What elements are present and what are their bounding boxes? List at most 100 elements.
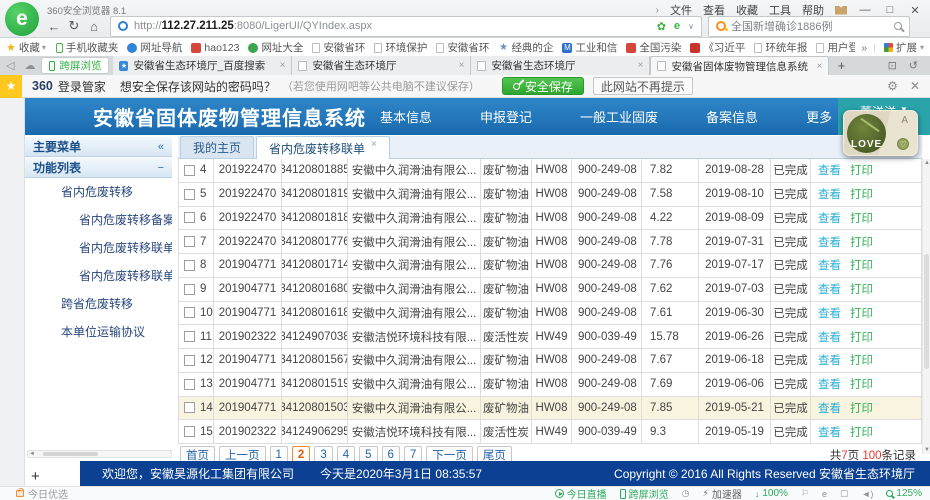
print-link[interactable]: 打印 <box>850 186 873 202</box>
view-link[interactable]: 查看 <box>818 210 841 226</box>
refresh-button[interactable]: ↻ <box>64 18 84 34</box>
search-bar[interactable]: 全国新增确诊1886例 <box>708 16 910 37</box>
undo-close-icon[interactable]: ↺ <box>909 59 918 72</box>
browser-tab[interactable]: 安徽省固体废物管理信息系统× <box>650 56 829 75</box>
tab-list-icon[interactable]: ◁ <box>6 59 14 72</box>
print-link[interactable]: 打印 <box>850 400 873 416</box>
row-checkbox[interactable] <box>184 236 195 247</box>
reopen-tab-icon[interactable]: ⊡ <box>888 59 897 72</box>
menu-expand-icon[interactable]: › <box>656 5 659 16</box>
row-checkbox[interactable] <box>184 284 195 295</box>
urlbar-dropdown-icon[interactable]: ∨ <box>688 22 694 31</box>
view-link[interactable]: 查看 <box>818 400 841 416</box>
print-link[interactable]: 打印 <box>850 376 873 392</box>
download[interactable]: ↓100% <box>755 488 788 499</box>
browser-tab[interactable]: ★安徽省生态环境厅_百度搜索× <box>113 56 292 75</box>
row-checkbox[interactable] <box>184 165 195 176</box>
print-link[interactable]: 打印 <box>850 257 873 273</box>
row-checkbox[interactable] <box>184 307 195 318</box>
print-link[interactable]: 打印 <box>850 352 873 368</box>
page-zoom[interactable]: 125% <box>886 488 922 499</box>
row-checkbox[interactable] <box>184 189 195 200</box>
cross-screen-browse[interactable]: 跨屏浏览 <box>620 486 669 500</box>
new-tab-button[interactable]: + <box>829 58 853 73</box>
mobile-favorites[interactable]: 手机收藏夹 <box>56 40 119 55</box>
sidebar-header[interactable]: 主要菜单 « <box>25 136 172 157</box>
scroll-up-icon[interactable]: ▲ <box>923 160 930 166</box>
view-link[interactable]: 查看 <box>818 257 841 273</box>
bookmark[interactable]: 用户登陆 <box>816 40 855 55</box>
print-link[interactable]: 打印 <box>850 305 873 321</box>
row-checkbox[interactable] <box>184 331 195 342</box>
site-directory[interactable]: 网址大全 <box>248 40 303 55</box>
search-query[interactable]: 全国新增确诊1886例 <box>731 18 894 34</box>
sound[interactable]: ◄) <box>862 489 874 499</box>
bookmark[interactable]: 《习近平 <box>690 40 745 55</box>
browser-tab[interactable]: 安徽省生态环境厅× <box>471 56 650 75</box>
add-gadget-button[interactable]: + <box>31 468 40 485</box>
home-button[interactable]: ⌂ <box>84 19 104 34</box>
app-nav-item[interactable]: 申报登记 <box>480 107 532 126</box>
url-text[interactable]: http://112.27.211.25:8080/LigerUI/QYInde… <box>134 20 657 32</box>
app-nav-item[interactable]: 更多 <box>806 107 832 126</box>
view-link[interactable]: 查看 <box>818 281 841 297</box>
app-nav-item[interactable]: 备案信息 <box>706 107 758 126</box>
bookmark[interactable]: M工业和信 <box>562 40 617 55</box>
sidebar-item[interactable]: 省内危废转移联单退运 <box>25 262 172 290</box>
content-vscrollbar[interactable]: ▲ ▼ <box>922 159 930 454</box>
row-checkbox[interactable] <box>184 426 195 437</box>
dismiss-site-button[interactable]: 此网站不再提示 <box>593 77 693 95</box>
daily-picks[interactable]: 今日优选 <box>16 486 68 500</box>
scroll-thumb[interactable] <box>924 254 929 369</box>
cross-screen-button[interactable]: 跨屏浏览 <box>41 57 109 74</box>
close-bar-icon[interactable]: ✕ <box>910 79 920 93</box>
row-checkbox[interactable] <box>184 355 195 366</box>
print-link[interactable]: 打印 <box>850 234 873 250</box>
app-nav-item[interactable]: 一般工业固废 <box>580 107 658 126</box>
accelerator[interactable]: ⚡加速器 <box>703 486 742 500</box>
content-tab[interactable]: 我的主页 <box>180 136 254 158</box>
sidebar-item[interactable]: 跨省危废转移 <box>25 290 172 318</box>
tab-close-icon[interactable]: × <box>371 139 377 150</box>
print-link[interactable]: 打印 <box>850 424 873 440</box>
sidebar-item[interactable]: 省内危废转移备案 <box>25 206 172 234</box>
bookmarks-overflow[interactable]: » <box>861 42 867 54</box>
window-mode[interactable]: ▢ <box>840 488 849 499</box>
close-button[interactable]: ✕ <box>908 4 922 17</box>
favorites-star-icon[interactable]: ★ <box>6 41 16 54</box>
back-button[interactable]: ← <box>44 19 64 34</box>
today-live[interactable]: 今日直播 <box>555 486 607 500</box>
sidebar-item[interactable]: 省内危废转移 <box>25 178 172 206</box>
group-toggle-icon[interactable]: − <box>158 162 164 174</box>
cloud-sync-icon[interactable]: ☁ <box>24 59 35 72</box>
sidebar-hscrollbar[interactable]: ◄ <box>27 450 172 458</box>
favorites-caret-icon[interactable]: ▾ <box>42 43 46 52</box>
view-link[interactable]: 查看 <box>818 424 841 440</box>
save-password-button[interactable]: 安全保存 <box>502 77 584 95</box>
extensions-icon[interactable] <box>884 43 893 52</box>
report-site[interactable]: ⚐ <box>801 488 809 499</box>
sidebar-group-header[interactable]: 功能列表 − <box>25 157 172 178</box>
360-browser-logo-icon[interactable] <box>5 2 39 36</box>
tab-close-icon[interactable]: × <box>459 60 465 71</box>
settings-gear-icon[interactable]: ⚙ <box>887 79 898 93</box>
view-link[interactable]: 查看 <box>818 186 841 202</box>
scroll-down-icon[interactable]: ▼ <box>923 447 930 453</box>
print-link[interactable]: 打印 <box>850 329 873 345</box>
compat-mode[interactable]: e <box>822 489 827 499</box>
collapse-icon[interactable]: « <box>158 141 164 153</box>
sidebar-item[interactable]: 省内危废转移联单 <box>25 234 172 262</box>
app-nav-item[interactable]: 基本信息 <box>380 107 432 126</box>
hao123[interactable]: hao123 <box>191 42 239 54</box>
scroll-left-icon[interactable]: ◄ <box>29 451 35 457</box>
sidebar-item[interactable]: 本单位运输协议 <box>25 318 172 346</box>
search-icon[interactable] <box>894 22 902 30</box>
print-link[interactable]: 打印 <box>850 281 873 297</box>
view-link[interactable]: 查看 <box>818 305 841 321</box>
row-checkbox[interactable] <box>184 402 195 413</box>
tab-close-icon[interactable]: × <box>280 60 286 71</box>
content-tab[interactable]: 省内危废转移联单× <box>256 136 390 159</box>
view-link[interactable]: 查看 <box>818 376 841 392</box>
bookmark[interactable]: 安徽省环 <box>436 40 489 55</box>
site-safety-icon[interactable]: ✿ <box>657 20 666 33</box>
